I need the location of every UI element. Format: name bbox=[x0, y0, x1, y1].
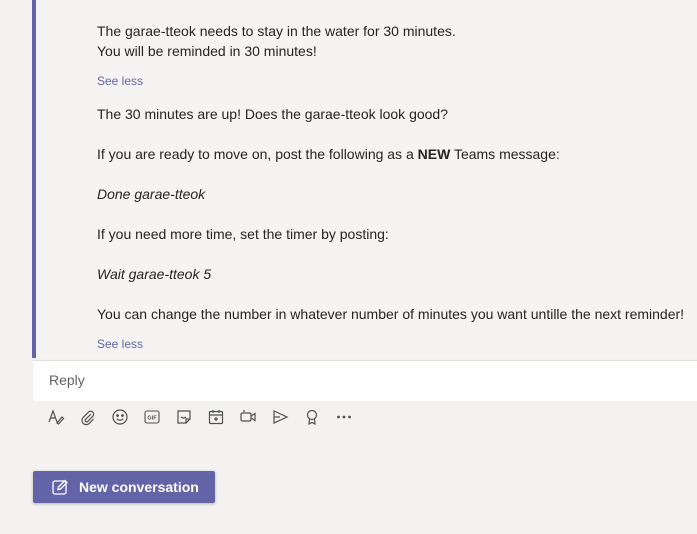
reply-box[interactable]: Reply bbox=[33, 360, 697, 401]
emoji-icon[interactable] bbox=[107, 404, 133, 430]
message-text-bold: NEW bbox=[417, 146, 451, 162]
new-conversation-label: New conversation bbox=[79, 479, 199, 495]
attach-icon[interactable] bbox=[75, 404, 101, 430]
see-less-link[interactable]: See less bbox=[97, 337, 143, 351]
sticker-icon[interactable] bbox=[171, 404, 197, 430]
praise-icon[interactable] bbox=[299, 404, 325, 430]
svg-text:GIF: GIF bbox=[147, 416, 157, 422]
gif-icon[interactable]: GIF bbox=[139, 404, 165, 430]
compose-icon bbox=[51, 478, 69, 496]
meet-now-icon[interactable] bbox=[235, 404, 261, 430]
message-text: You will be reminded in 30 minutes! bbox=[97, 43, 317, 59]
format-icon[interactable] bbox=[43, 404, 69, 430]
message-thread: The garae-tteok needs to stay in the wat… bbox=[32, 0, 697, 358]
message-text: The garae-tteok needs to stay in the wat… bbox=[97, 23, 456, 39]
command-text: Wait garae-tteok 5 bbox=[97, 266, 212, 282]
message-text: If you are ready to move on, post the fo… bbox=[97, 144, 560, 164]
message-text-part: If you are ready to move on, post the fo… bbox=[97, 146, 418, 162]
reply-label: Reply bbox=[49, 372, 85, 388]
command-text: Done garae-tteok bbox=[97, 186, 206, 202]
new-conversation-button[interactable]: New conversation bbox=[33, 471, 215, 503]
more-options-icon[interactable] bbox=[331, 404, 357, 430]
message-text: The 30 minutes are up! Does the garae-tt… bbox=[97, 106, 448, 122]
message-text-part: Teams message: bbox=[450, 146, 560, 162]
schedule-meeting-icon[interactable] bbox=[203, 404, 229, 430]
see-less-link[interactable]: See less bbox=[97, 74, 143, 88]
message-text: If you need more time, set the timer by … bbox=[97, 226, 389, 242]
message-text: You can change the number in whatever nu… bbox=[97, 306, 685, 322]
stream-icon[interactable] bbox=[267, 404, 293, 430]
